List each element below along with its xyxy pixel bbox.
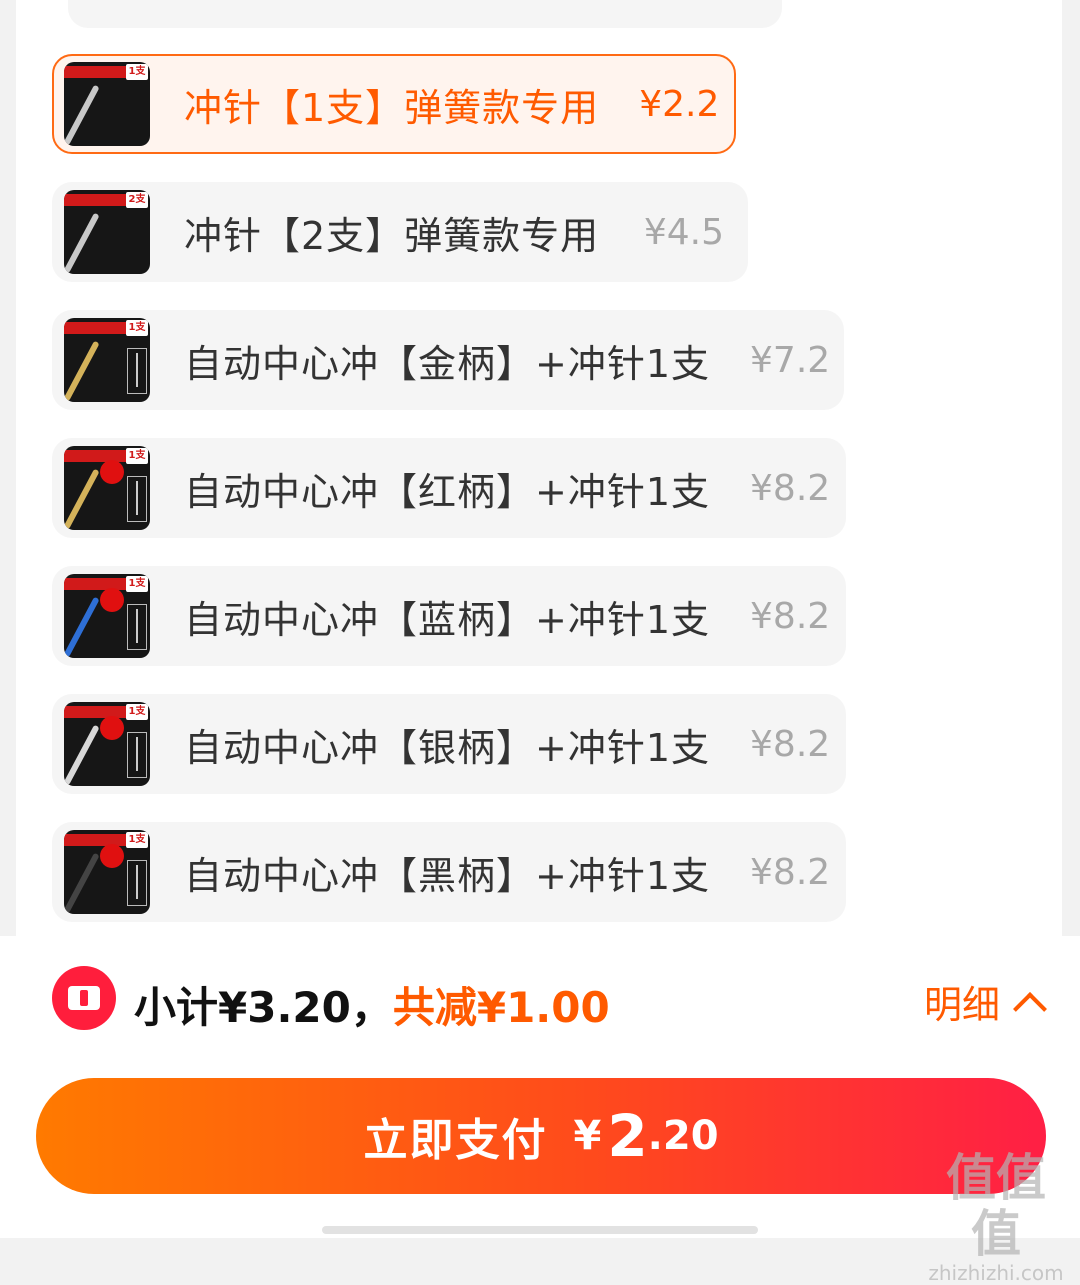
punch-rod-image: [64, 724, 100, 786]
chevron-up-icon: [1013, 991, 1047, 1026]
sku-option-price: ¥4.5: [643, 211, 724, 253]
detail-label: 明细: [923, 983, 1000, 1027]
punch-rod-image: [64, 212, 100, 274]
punch-rod-image: [64, 340, 100, 402]
thumbnail-banner: [64, 322, 126, 334]
sku-option-label: 自动中心冲【黑柄】+冲针1支: [184, 853, 711, 898]
quantity-badge: 1支: [126, 832, 148, 848]
sku-option-label: 自动中心冲【蓝柄】+冲针1支: [184, 597, 711, 642]
coupon-icon: [52, 966, 116, 1030]
needle-inset-image: [127, 604, 147, 650]
pay-amount-decimal: .20: [647, 1113, 719, 1159]
sku-option-label: 自动中心冲【红柄】+冲针1支: [184, 469, 711, 514]
sku-option-label: 冲针【1支】弹簧款专用: [184, 85, 600, 130]
home-indicator[interactable]: [322, 1226, 758, 1234]
sku-option[interactable]: 1支自动中心冲【蓝柄】+冲针1支 ¥8.2: [52, 566, 846, 666]
sku-option[interactable]: 1支自动中心冲【黑柄】+冲针1支 ¥8.2: [52, 822, 846, 922]
punch-rod-image: [64, 852, 100, 914]
quantity-badge: 1支: [126, 448, 148, 464]
thumbnail-banner: [64, 194, 126, 206]
product-thumbnail: 1支: [64, 574, 150, 658]
quantity-badge: 1支: [126, 320, 148, 336]
product-thumbnail: 1支: [64, 318, 150, 402]
pay-button-label: 立即支付: [363, 1115, 548, 1166]
red-cap-image: [100, 588, 124, 612]
needle-inset-image: [127, 732, 147, 778]
punch-rod-image: [64, 84, 100, 146]
product-thumbnail: 1支: [64, 702, 150, 786]
subtotal-summary: 小计¥3.20，共减¥1.00: [134, 974, 610, 1035]
product-thumbnail: 1支: [64, 62, 150, 146]
quantity-badge: 1支: [126, 64, 148, 80]
sku-option-price: ¥8.2: [750, 851, 831, 893]
sku-option-price: ¥7.2: [750, 339, 831, 381]
quantity-badge: 1支: [126, 576, 148, 592]
pay-currency: ¥: [573, 1113, 602, 1159]
sku-option-price: ¥8.2: [750, 467, 831, 509]
sku-option[interactable]: 2支冲针【2支】弹簧款专用 ¥4.5: [52, 182, 748, 282]
sku-option[interactable]: 1支自动中心冲【银柄】+冲针1支 ¥8.2: [52, 694, 846, 794]
quantity-badge: 2支: [126, 192, 148, 208]
sku-option[interactable]: 1支冲针【1支】弹簧款专用 ¥2.2: [52, 54, 736, 154]
watermark-logo: 值值值 zhizhizhi.com: [922, 1150, 1070, 1284]
watermark-main: 值值值: [946, 1149, 1046, 1263]
quantity-badge: 1支: [126, 704, 148, 720]
sku-option-price: ¥8.2: [750, 595, 831, 637]
product-thumbnail: 1支: [64, 446, 150, 530]
needle-inset-image: [127, 348, 147, 394]
sku-option-price: ¥2.2: [639, 83, 720, 125]
sku-option[interactable]: 1支自动中心冲【金柄】+冲针1支 ¥7.2: [52, 310, 844, 410]
discount-text: 共减¥1.00: [392, 983, 610, 1032]
red-cap-image: [100, 460, 124, 484]
sku-option[interactable]: 1支自动中心冲【红柄】+冲针1支 ¥8.2: [52, 438, 846, 538]
subtotal-text: 小计¥3.20，: [134, 983, 393, 1032]
red-cap-image: [100, 844, 124, 868]
punch-rod-image: [64, 596, 100, 658]
sku-option-label: 自动中心冲【金柄】+冲针1支: [184, 341, 711, 386]
needle-inset-image: [127, 860, 147, 906]
needle-inset-image: [127, 476, 147, 522]
product-thumbnail: 1支: [64, 830, 150, 914]
sku-option-partial[interactable]: [68, 0, 782, 28]
product-thumbnail: 2支: [64, 190, 150, 274]
sku-option-label: 冲针【2支】弹簧款专用: [184, 213, 600, 258]
red-cap-image: [100, 716, 124, 740]
detail-toggle-button[interactable]: 明细: [923, 974, 1047, 1029]
watermark-url: zhizhizhi.com: [928, 1261, 1064, 1285]
pay-now-button[interactable]: 立即支付 ¥2.20: [36, 1078, 1046, 1194]
thumbnail-banner: [64, 66, 126, 78]
pay-amount-integer: 2: [607, 1102, 648, 1170]
punch-rod-image: [64, 468, 100, 530]
checkout-footer: 小计¥3.20，共减¥1.00 明细 立即支付 ¥2.20: [0, 936, 1080, 1238]
sku-option-price: ¥8.2: [750, 723, 831, 765]
sku-option-label: 自动中心冲【银柄】+冲针1支: [184, 725, 711, 770]
